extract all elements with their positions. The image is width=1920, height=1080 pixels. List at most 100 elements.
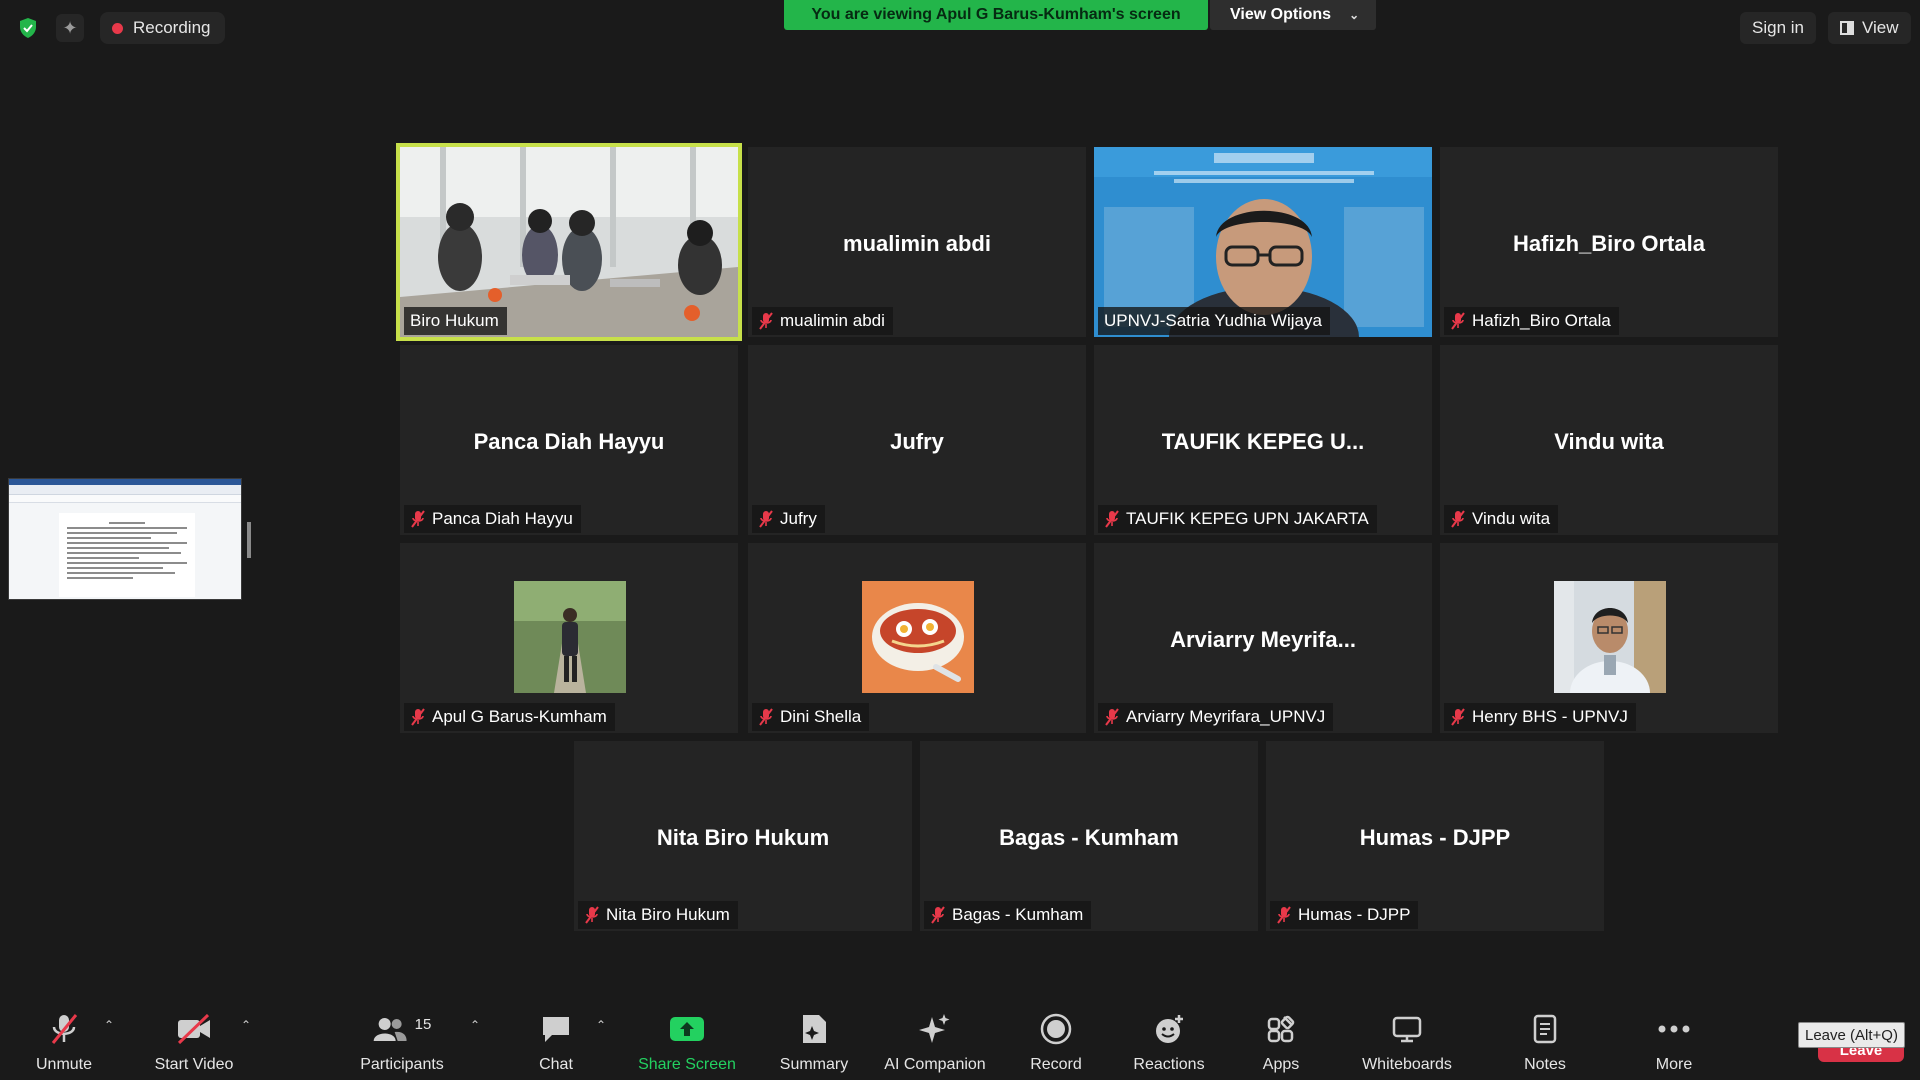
participant-display-name: mualimin abdi: [843, 231, 991, 256]
apps-label: Apps: [1262, 1056, 1300, 1073]
participant-name: Hafizh_Biro Ortala: [1472, 311, 1611, 330]
participants-button[interactable]: 15 Participants: [342, 1012, 462, 1074]
participant-tile[interactable]: Humas - DJPP Humas - DJPP: [1266, 741, 1604, 931]
mic-muted-icon: [1104, 707, 1120, 727]
participant-name-tag: Henry BHS - UPNVJ: [1444, 703, 1636, 731]
apps-icon: [1266, 1012, 1296, 1046]
participant-name: UPNVJ-Satria Yudhia Wijaya: [1104, 311, 1322, 330]
share-screen-icon: [669, 1012, 705, 1046]
participant-name-tag: Vindu wita: [1444, 505, 1559, 533]
participant-name-tag: mualimin abdi: [752, 307, 893, 335]
mic-muted-icon: [584, 905, 600, 925]
participant-name: Bagas - Kumham: [952, 905, 1084, 924]
participant-display-name: Hafizh_Biro Ortala: [1513, 231, 1705, 256]
mic-muted-icon: [49, 1012, 79, 1046]
participant-name-tag: UPNVJ-Satria Yudhia Wijaya: [1098, 307, 1330, 335]
share-screen-button[interactable]: Share Screen: [627, 1012, 747, 1074]
profile-picture-man: [1554, 581, 1666, 693]
mic-muted-icon: [758, 311, 774, 331]
view-options-button[interactable]: View Options ⌄: [1210, 0, 1376, 30]
mic-muted-icon: [758, 509, 774, 529]
record-button[interactable]: Record: [996, 1012, 1116, 1074]
notes-icon: [1531, 1012, 1559, 1046]
apps-button[interactable]: Apps: [1221, 1012, 1341, 1074]
reactions-smiley-icon: [1153, 1012, 1185, 1046]
participant-tile[interactable]: Bagas - Kumham Bagas - Kumham: [920, 741, 1258, 931]
start-video-label: Start Video: [154, 1056, 234, 1073]
participant-tile[interactable]: mualimin abdi mualimin abdi: [748, 147, 1086, 337]
view-button[interactable]: View: [1828, 12, 1911, 44]
record-icon: [1040, 1012, 1072, 1046]
participant-tile[interactable]: Vindu wita Vindu wita: [1440, 345, 1778, 535]
participant-name-tag: Nita Biro Hukum: [578, 901, 738, 929]
profile-picture-park: [514, 581, 626, 693]
participant-tile[interactable]: Arviarry Meyrifa... Arviarry Meyrifara_U…: [1094, 543, 1432, 733]
whiteboards-button[interactable]: Whiteboards: [1347, 1012, 1467, 1074]
participant-display-name: Vindu wita: [1554, 429, 1664, 454]
participant-name-tag: Humas - DJPP: [1270, 901, 1419, 929]
whiteboard-icon: [1391, 1012, 1423, 1046]
participant-name: Henry BHS - UPNVJ: [1472, 707, 1628, 726]
audio-options-caret-icon[interactable]: ⌃: [104, 1018, 114, 1032]
more-button[interactable]: More: [1614, 1012, 1734, 1074]
participant-name-tag: Jufry: [752, 505, 825, 533]
participant-tile[interactable]: Panca Diah Hayyu Panca Diah Hayyu: [400, 345, 738, 535]
start-video-button[interactable]: Start Video: [134, 1012, 254, 1074]
recording-indicator[interactable]: Recording: [100, 12, 225, 44]
view-label: View: [1862, 18, 1899, 37]
chat-caret-icon[interactable]: ⌃: [596, 1018, 606, 1032]
participant-display-name: Bagas - Kumham: [999, 825, 1179, 850]
participant-tile[interactable]: Jufry Jufry: [748, 345, 1086, 535]
ai-sparkle-icon[interactable]: ✦: [56, 14, 84, 42]
participant-name: Humas - DJPP: [1298, 905, 1411, 924]
participant-name: mualimin abdi: [780, 311, 885, 330]
participant-name-tag: Bagas - Kumham: [924, 901, 1092, 929]
top-bar: ✦ Recording You are viewing Apul G Barus…: [0, 0, 1920, 56]
participant-display-name: Arviarry Meyrifa...: [1170, 627, 1356, 652]
ai-companion-button[interactable]: AI Companion: [875, 1012, 995, 1074]
recording-label: Recording: [133, 18, 211, 37]
mic-muted-icon: [410, 509, 426, 529]
participant-tile[interactable]: Henry BHS - UPNVJ: [1440, 543, 1778, 733]
participant-name: Arviarry Meyrifara_UPNVJ: [1126, 707, 1326, 726]
participants-caret-icon[interactable]: ⌃: [470, 1018, 480, 1032]
ai-companion-label: AI Companion: [884, 1056, 986, 1073]
mic-muted-icon: [930, 905, 946, 925]
shared-screen-thumbnail[interactable]: [8, 478, 242, 600]
participant-tile[interactable]: Biro Hukum: [396, 143, 742, 341]
security-shield-icon[interactable]: [14, 14, 42, 42]
participant-name-tag: Dini Shella: [752, 703, 870, 731]
participant-tile[interactable]: Apul G Barus-Kumham: [400, 543, 738, 733]
leave-tooltip: Leave (Alt+Q): [1798, 1022, 1905, 1048]
participant-display-name: Humas - DJPP: [1359, 825, 1511, 850]
participants-label: Participants: [360, 1056, 444, 1073]
participant-tile[interactable]: Nita Biro Hukum Nita Biro Hukum: [574, 741, 912, 931]
video-options-caret-icon[interactable]: ⌃: [241, 1018, 251, 1032]
participant-tile[interactable]: TAUFIK KEPEG U... TAUFIK KEPEG UPN JAKAR…: [1094, 345, 1432, 535]
sign-in-button[interactable]: Sign in: [1740, 12, 1816, 44]
participants-icon: 15: [373, 1012, 431, 1046]
summary-document-icon: [799, 1012, 829, 1046]
participant-display-name: TAUFIK KEPEG U...: [1161, 429, 1365, 454]
participant-tile[interactable]: Hafizh_Biro Ortala Hafizh_Biro Ortala: [1440, 147, 1778, 337]
mic-muted-icon: [1450, 509, 1466, 529]
reactions-label: Reactions: [1133, 1056, 1205, 1073]
reactions-button[interactable]: Reactions: [1109, 1012, 1229, 1074]
participant-name-tag: Hafizh_Biro Ortala: [1444, 307, 1619, 335]
notes-label: Notes: [1524, 1056, 1566, 1073]
participant-name: Biro Hukum: [410, 311, 499, 330]
chat-label: Chat: [539, 1056, 573, 1073]
participant-display-name: Nita Biro Hukum: [656, 825, 830, 850]
participant-display-name: Jufry: [890, 429, 944, 454]
chat-bubble-icon: [540, 1012, 572, 1046]
splitter-handle[interactable]: [247, 522, 251, 558]
document-page: [59, 513, 195, 597]
share-screen-label: Share Screen: [638, 1056, 736, 1073]
document-ribbon: [9, 485, 241, 495]
participant-tile[interactable]: Dini Shella: [748, 543, 1086, 733]
summary-button[interactable]: Summary: [754, 1012, 874, 1074]
participant-name: Panca Diah Hayyu: [432, 509, 573, 528]
meeting-toolbar: Unmute ⌃ Start Video ⌃ 15 Participants ⌃…: [0, 1000, 1920, 1080]
notes-button[interactable]: Notes: [1485, 1012, 1605, 1074]
participant-tile[interactable]: UPNVJ-Satria Yudhia Wijaya: [1094, 147, 1432, 337]
